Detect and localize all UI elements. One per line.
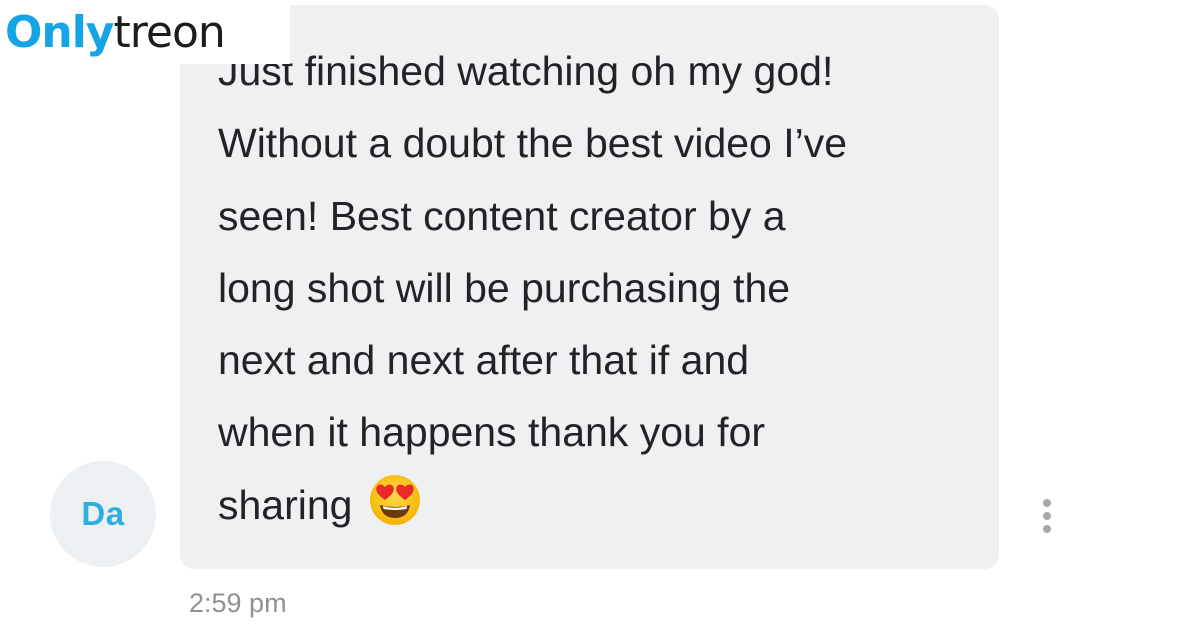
chat-view: Just finished watching oh my god! Withou… — [0, 0, 1179, 643]
avatar-initials: Da — [81, 495, 125, 532]
more-vertical-icon-dot-1 — [1043, 499, 1051, 507]
more-vertical-icon-dot-3 — [1043, 525, 1051, 533]
message-timestamp: 2:59 pm — [189, 588, 287, 618]
more-vertical-icon-dot-2 — [1043, 512, 1051, 520]
watermark-part-treon: treon — [113, 6, 226, 58]
more-options-button[interactable] — [1032, 493, 1062, 539]
avatar[interactable]: Da — [50, 461, 156, 567]
watermark-part-only: Only — [5, 6, 114, 58]
message-bubble[interactable]: Just finished watching oh my god! Withou… — [180, 5, 999, 569]
message-text: Just finished watching oh my god! Withou… — [218, 48, 848, 528]
heart-eyes-emoji-icon — [368, 473, 422, 549]
watermark-logo: Only treon — [0, 0, 290, 64]
message-body: Just finished watching oh my god! Withou… — [218, 35, 988, 549]
